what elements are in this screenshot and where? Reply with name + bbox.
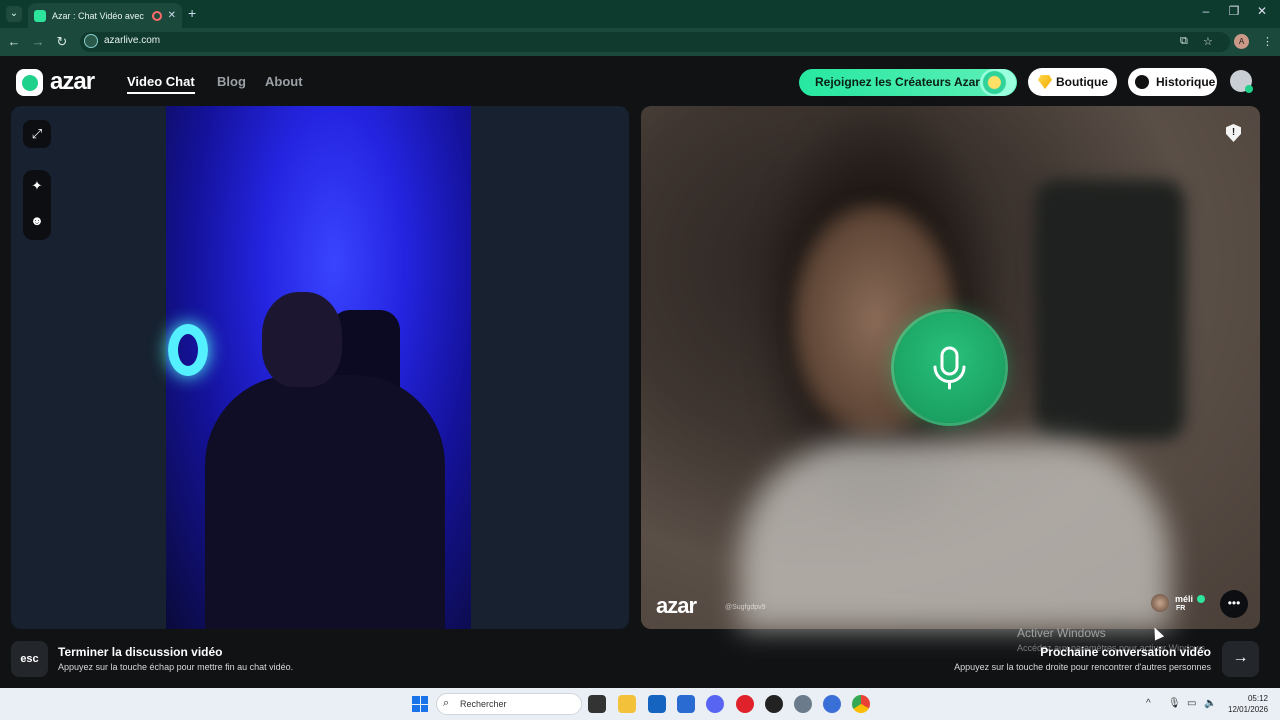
face-filter-icon[interactable]: ☻ bbox=[23, 207, 51, 235]
nav-about[interactable]: About bbox=[265, 74, 303, 89]
verified-badge-icon bbox=[1197, 595, 1205, 603]
store-icon[interactable] bbox=[648, 695, 666, 713]
tray-mic-icon[interactable]: 🎙 bbox=[1168, 698, 1181, 709]
creators-badge-icon bbox=[980, 69, 1016, 96]
taskbar-search-field[interactable] bbox=[436, 693, 582, 715]
remote-phone-image bbox=[1035, 180, 1185, 440]
esc-key-button[interactable]: esc bbox=[11, 641, 48, 677]
clock-date: 12/01/2026 bbox=[1228, 705, 1269, 714]
minimize-icon[interactable]: – bbox=[1196, 4, 1216, 18]
online-status-icon bbox=[1245, 85, 1253, 93]
microphone-icon bbox=[933, 346, 966, 390]
peer-name[interactable]: méli bbox=[1175, 594, 1193, 604]
discord-icon[interactable] bbox=[706, 695, 724, 713]
azar-logo-icon[interactable] bbox=[16, 69, 43, 96]
close-tab-icon[interactable]: ✕ bbox=[168, 10, 176, 21]
url-text: azarlive.com bbox=[104, 35, 161, 46]
browser-tab[interactable]: Azar : Chat Vidéo avec de n ✕ bbox=[28, 3, 182, 28]
url-field[interactable] bbox=[80, 32, 1230, 52]
windows-taskbar bbox=[0, 688, 1280, 720]
peer-avatar[interactable] bbox=[1151, 594, 1169, 612]
forward-icon[interactable]: → bbox=[30, 34, 46, 49]
bookmark-star-icon[interactable]: ☆ bbox=[1203, 35, 1213, 48]
opera-icon[interactable] bbox=[736, 695, 754, 713]
watermark-id: @Sugfgdpv9 bbox=[725, 604, 766, 611]
tray-chevron-icon[interactable]: ^ bbox=[1146, 698, 1151, 709]
tray-volume-icon[interactable]: 🔈 bbox=[1204, 698, 1216, 709]
new-tab-icon[interactable]: + bbox=[188, 5, 196, 21]
file-explorer-icon[interactable] bbox=[618, 695, 636, 713]
nav-video-chat[interactable]: Video Chat bbox=[127, 74, 195, 94]
ring-light-image bbox=[168, 324, 208, 376]
tab-search-icon[interactable]: ⌄ bbox=[6, 6, 22, 22]
restore-icon[interactable]: ❐ bbox=[1224, 4, 1244, 18]
taskbar-clock[interactable]: 05:12 12/01/2026 bbox=[1228, 693, 1268, 715]
back-icon[interactable]: ← bbox=[6, 34, 22, 49]
recording-icon bbox=[151, 10, 162, 21]
install-app-icon[interactable]: ⧉ bbox=[1180, 35, 1188, 48]
microphone-button[interactable] bbox=[894, 312, 1005, 423]
clock-time: 05:12 bbox=[1247, 694, 1268, 703]
azar-watermark: azar bbox=[656, 593, 697, 618]
settings-gear-icon[interactable] bbox=[794, 695, 812, 713]
end-chat-hint: Appuyez sur la touche échap pour mettre … bbox=[58, 662, 294, 672]
azar-logo-text[interactable]: azar bbox=[50, 68, 95, 96]
clock-icon bbox=[1135, 75, 1149, 89]
app-blue-icon[interactable] bbox=[823, 695, 841, 713]
local-person-body-image bbox=[205, 375, 445, 629]
chrome-icon[interactable] bbox=[852, 695, 870, 713]
next-chat-title: Prochaine conversation vidéo bbox=[1040, 645, 1211, 659]
next-chat-hint: Appuyez sur la touche droite pour rencon… bbox=[954, 662, 1211, 672]
browser-profile-avatar[interactable]: A bbox=[1234, 34, 1249, 49]
activate-windows-title: Activer Windows bbox=[1017, 626, 1106, 640]
azar-favicon-icon bbox=[34, 9, 46, 22]
windows-start-icon[interactable] bbox=[412, 696, 428, 712]
mail-icon[interactable] bbox=[677, 695, 695, 713]
swap-layout-icon[interactable]: ⤢ bbox=[23, 120, 51, 148]
peer-country: FR bbox=[1176, 605, 1186, 612]
end-chat-title: Terminer la discussion vidéo bbox=[58, 645, 223, 659]
taskbar-search-placeholder: Rechercher bbox=[460, 699, 507, 709]
chat-bubble-icon[interactable]: ••• bbox=[1220, 590, 1248, 618]
next-chat-arrow-button[interactable]: → bbox=[1222, 641, 1259, 677]
local-person-head-image bbox=[262, 292, 342, 387]
tray-network-icon[interactable]: ▭ bbox=[1187, 698, 1196, 709]
search-icon: ⌕ bbox=[443, 697, 450, 709]
media-app-icon[interactable] bbox=[765, 695, 783, 713]
browser-menu-icon[interactable]: ⋮ bbox=[1262, 35, 1273, 48]
sparkle-effects-icon[interactable]: ✦ bbox=[23, 172, 51, 200]
site-info-icon[interactable] bbox=[84, 34, 98, 48]
nav-blog[interactable]: Blog bbox=[217, 74, 246, 89]
tab-title: Azar : Chat Vidéo avec de n bbox=[52, 10, 146, 21]
task-view-icon[interactable] bbox=[588, 695, 606, 713]
reload-icon[interactable]: ↻ bbox=[54, 34, 70, 50]
remote-person-shirt-image bbox=[740, 440, 1170, 629]
close-window-icon[interactable]: ✕ bbox=[1252, 4, 1272, 18]
